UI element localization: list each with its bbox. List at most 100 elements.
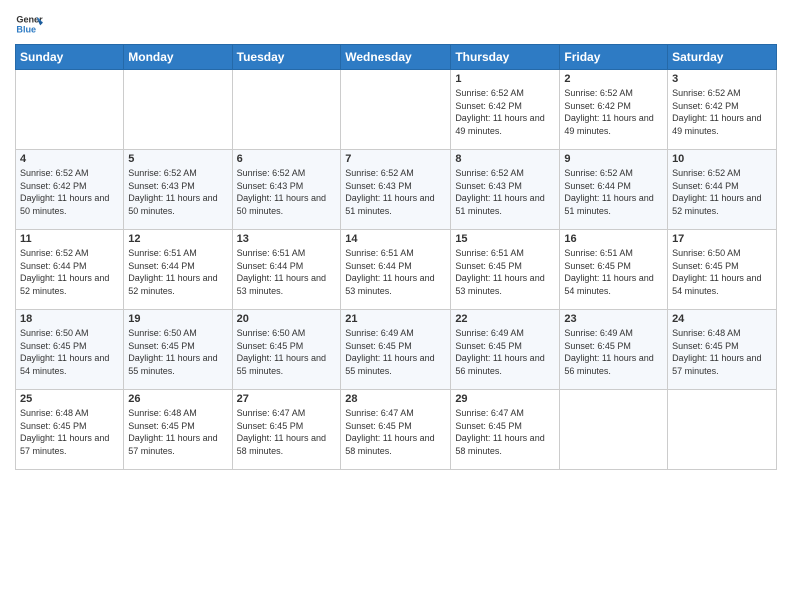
calendar-cell: 22 Sunrise: 6:49 AM Sunset: 6:45 PM Dayli…	[451, 310, 560, 390]
header: General Blue	[15, 10, 777, 38]
calendar-cell: 24 Sunrise: 6:48 AM Sunset: 6:45 PM Dayli…	[668, 310, 777, 390]
day-number: 11	[20, 233, 119, 245]
day-info: Sunrise: 6:47 AM Sunset: 6:45 PM Dayligh…	[237, 407, 337, 457]
day-info: Sunrise: 6:51 AM Sunset: 6:44 PM Dayligh…	[345, 247, 446, 297]
calendar-cell: 1 Sunrise: 6:52 AM Sunset: 6:42 PM Daylig…	[451, 70, 560, 150]
calendar-cell: 2 Sunrise: 6:52 AM Sunset: 6:42 PM Daylig…	[560, 70, 668, 150]
day-info: Sunrise: 6:51 AM Sunset: 6:45 PM Dayligh…	[455, 247, 555, 297]
calendar-cell: 23 Sunrise: 6:49 AM Sunset: 6:45 PM Dayli…	[560, 310, 668, 390]
weekday-header-row: SundayMondayTuesdayWednesdayThursdayFrid…	[16, 45, 777, 70]
day-info: Sunrise: 6:49 AM Sunset: 6:45 PM Dayligh…	[455, 327, 555, 377]
day-info: Sunrise: 6:47 AM Sunset: 6:45 PM Dayligh…	[345, 407, 446, 457]
day-number: 17	[672, 233, 772, 245]
day-number: 23	[564, 313, 663, 325]
day-number: 18	[20, 313, 119, 325]
day-number: 2	[564, 73, 663, 85]
page: General Blue SundayMondayTuesdayWednesda…	[0, 0, 792, 612]
day-number: 22	[455, 313, 555, 325]
day-number: 20	[237, 313, 337, 325]
week-row-1: 1 Sunrise: 6:52 AM Sunset: 6:42 PM Daylig…	[16, 70, 777, 150]
day-number: 29	[455, 393, 555, 405]
day-info: Sunrise: 6:52 AM Sunset: 6:44 PM Dayligh…	[672, 167, 772, 217]
day-info: Sunrise: 6:52 AM Sunset: 6:42 PM Dayligh…	[455, 87, 555, 137]
weekday-header-thursday: Thursday	[451, 45, 560, 70]
calendar-cell: 16 Sunrise: 6:51 AM Sunset: 6:45 PM Dayli…	[560, 230, 668, 310]
weekday-header-monday: Monday	[124, 45, 232, 70]
calendar-cell: 10 Sunrise: 6:52 AM Sunset: 6:44 PM Dayli…	[668, 150, 777, 230]
day-info: Sunrise: 6:50 AM Sunset: 6:45 PM Dayligh…	[128, 327, 227, 377]
day-number: 21	[345, 313, 446, 325]
day-info: Sunrise: 6:52 AM Sunset: 6:44 PM Dayligh…	[564, 167, 663, 217]
day-number: 26	[128, 393, 227, 405]
calendar-cell: 8 Sunrise: 6:52 AM Sunset: 6:43 PM Daylig…	[451, 150, 560, 230]
day-number: 5	[128, 153, 227, 165]
calendar-cell: 4 Sunrise: 6:52 AM Sunset: 6:42 PM Daylig…	[16, 150, 124, 230]
day-number: 24	[672, 313, 772, 325]
day-number: 14	[345, 233, 446, 245]
day-number: 15	[455, 233, 555, 245]
day-info: Sunrise: 6:50 AM Sunset: 6:45 PM Dayligh…	[672, 247, 772, 297]
day-info: Sunrise: 6:52 AM Sunset: 6:44 PM Dayligh…	[20, 247, 119, 297]
day-info: Sunrise: 6:50 AM Sunset: 6:45 PM Dayligh…	[20, 327, 119, 377]
day-info: Sunrise: 6:47 AM Sunset: 6:45 PM Dayligh…	[455, 407, 555, 457]
calendar-cell: 17 Sunrise: 6:50 AM Sunset: 6:45 PM Dayli…	[668, 230, 777, 310]
calendar-cell: 6 Sunrise: 6:52 AM Sunset: 6:43 PM Daylig…	[232, 150, 341, 230]
day-number: 7	[345, 153, 446, 165]
day-number: 4	[20, 153, 119, 165]
calendar: SundayMondayTuesdayWednesdayThursdayFrid…	[15, 44, 777, 470]
weekday-header-friday: Friday	[560, 45, 668, 70]
week-row-3: 11 Sunrise: 6:52 AM Sunset: 6:44 PM Dayli…	[16, 230, 777, 310]
calendar-cell: 5Sunrise: 6:52 AM Sunset: 6:43 PM Daylig…	[124, 150, 232, 230]
calendar-cell	[341, 70, 451, 150]
calendar-cell: 19 Sunrise: 6:50 AM Sunset: 6:45 PM Dayli…	[124, 310, 232, 390]
calendar-cell: 25 Sunrise: 6:48 AM Sunset: 6:45 PM Dayli…	[16, 390, 124, 470]
day-number: 13	[237, 233, 337, 245]
day-number: 3	[672, 73, 772, 85]
day-info: Sunrise: 6:48 AM Sunset: 6:45 PM Dayligh…	[128, 407, 227, 457]
day-info: Sunrise: 6:48 AM Sunset: 6:45 PM Dayligh…	[20, 407, 119, 457]
calendar-cell: 15 Sunrise: 6:51 AM Sunset: 6:45 PM Dayli…	[451, 230, 560, 310]
calendar-cell: 29 Sunrise: 6:47 AM Sunset: 6:45 PM Dayli…	[451, 390, 560, 470]
day-info: Sunrise: 6:48 AM Sunset: 6:45 PM Dayligh…	[672, 327, 772, 377]
day-info: Sunrise: 6:52 AM Sunset: 6:42 PM Dayligh…	[672, 87, 772, 137]
logo-icon: General Blue	[15, 10, 43, 38]
day-info: Sunrise: 6:51 AM Sunset: 6:44 PM Dayligh…	[237, 247, 337, 297]
day-number: 10	[672, 153, 772, 165]
day-number: 19	[128, 313, 227, 325]
day-info: Sunrise: 6:51 AM Sunset: 6:45 PM Dayligh…	[564, 247, 663, 297]
day-number: 9	[564, 153, 663, 165]
calendar-cell: 27 Sunrise: 6:47 AM Sunset: 6:45 PM Dayli…	[232, 390, 341, 470]
calendar-cell: 11 Sunrise: 6:52 AM Sunset: 6:44 PM Dayli…	[16, 230, 124, 310]
calendar-cell: 20 Sunrise: 6:50 AM Sunset: 6:45 PM Dayli…	[232, 310, 341, 390]
week-row-5: 25 Sunrise: 6:48 AM Sunset: 6:45 PM Dayli…	[16, 390, 777, 470]
calendar-cell: 13 Sunrise: 6:51 AM Sunset: 6:44 PM Dayli…	[232, 230, 341, 310]
calendar-cell	[232, 70, 341, 150]
calendar-cell	[124, 70, 232, 150]
calendar-cell: 21 Sunrise: 6:49 AM Sunset: 6:45 PM Dayli…	[341, 310, 451, 390]
day-info: Sunrise: 6:52 AM Sunset: 6:42 PM Dayligh…	[564, 87, 663, 137]
day-number: 1	[455, 73, 555, 85]
day-info: Sunrise: 6:52 AM Sunset: 6:43 PM Dayligh…	[455, 167, 555, 217]
logo: General Blue	[15, 10, 47, 38]
day-info: Sunrise: 6:52 AM Sunset: 6:43 PM Dayligh…	[237, 167, 337, 217]
weekday-header-saturday: Saturday	[668, 45, 777, 70]
day-number: 25	[20, 393, 119, 405]
calendar-cell: 28Sunrise: 6:47 AM Sunset: 6:45 PM Dayli…	[341, 390, 451, 470]
day-number: 27	[237, 393, 337, 405]
day-info: Sunrise: 6:49 AM Sunset: 6:45 PM Dayligh…	[345, 327, 446, 377]
day-info: Sunrise: 6:52 AM Sunset: 6:42 PM Dayligh…	[20, 167, 119, 217]
day-number: 16	[564, 233, 663, 245]
calendar-cell: 9 Sunrise: 6:52 AM Sunset: 6:44 PM Daylig…	[560, 150, 668, 230]
calendar-cell: 14 Sunrise: 6:51 AM Sunset: 6:44 PM Dayli…	[341, 230, 451, 310]
calendar-cell	[16, 70, 124, 150]
day-number: 12	[128, 233, 227, 245]
day-info: Sunrise: 6:50 AM Sunset: 6:45 PM Dayligh…	[237, 327, 337, 377]
weekday-header-sunday: Sunday	[16, 45, 124, 70]
weekday-header-tuesday: Tuesday	[232, 45, 341, 70]
day-number: 8	[455, 153, 555, 165]
calendar-cell: 18 Sunrise: 6:50 AM Sunset: 6:45 PM Dayli…	[16, 310, 124, 390]
week-row-2: 4 Sunrise: 6:52 AM Sunset: 6:42 PM Daylig…	[16, 150, 777, 230]
calendar-cell	[560, 390, 668, 470]
day-info: Sunrise: 6:49 AM Sunset: 6:45 PM Dayligh…	[564, 327, 663, 377]
day-number: 6	[237, 153, 337, 165]
